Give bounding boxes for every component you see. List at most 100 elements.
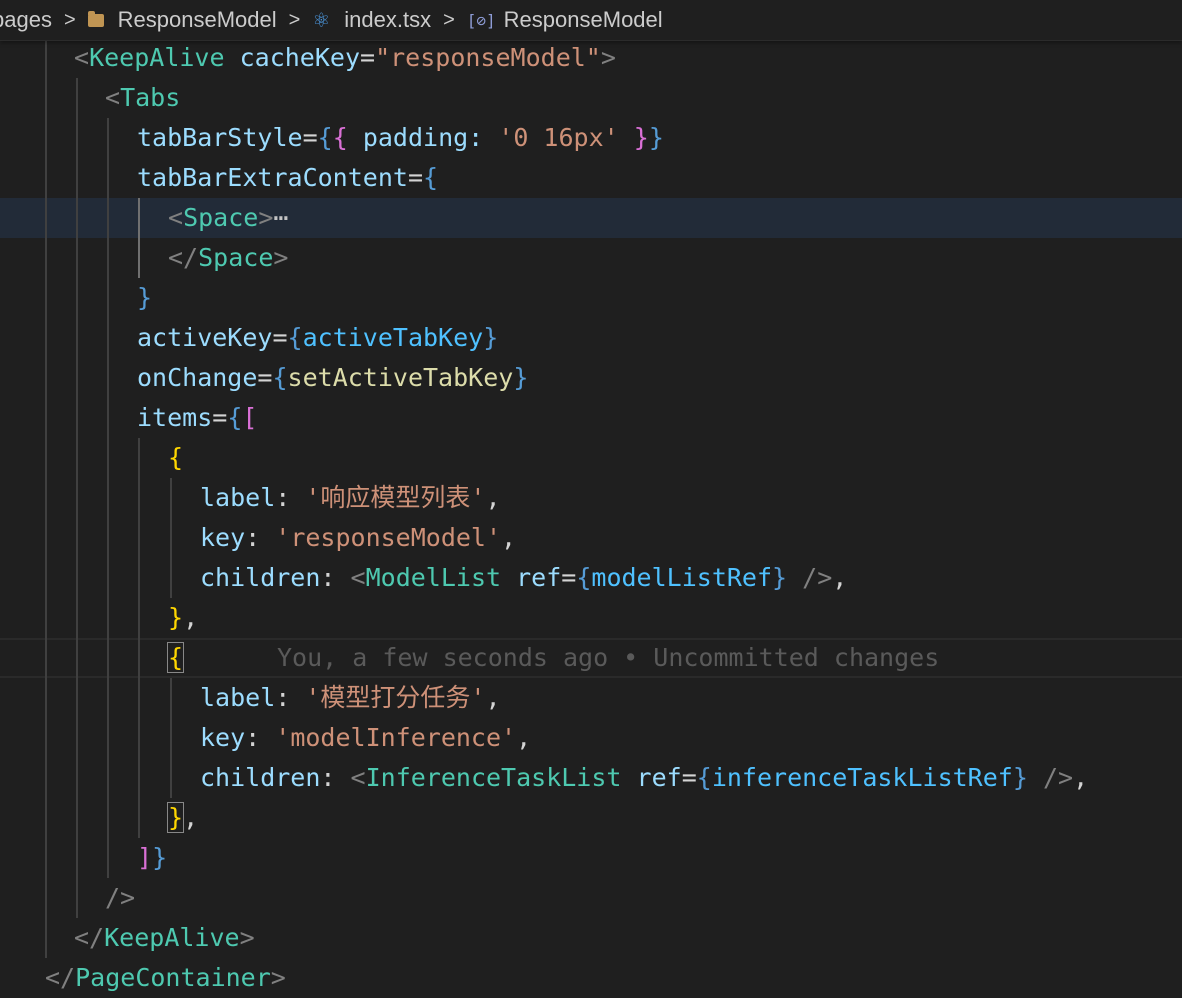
code-token: = [561, 563, 577, 592]
code-token: } [152, 843, 168, 872]
code-token: { [168, 443, 184, 472]
code-line[interactable]: }, [0, 598, 1182, 638]
code-token: < [350, 563, 366, 592]
code-token: Tabs [120, 83, 181, 112]
code-token: children [200, 763, 321, 792]
code-token: label [200, 483, 276, 512]
code-token: { [696, 763, 712, 792]
code-line[interactable]: tabBarStyle={{ padding: '0 16px' }} [0, 118, 1182, 158]
indent-guide [107, 118, 109, 878]
code-token: = [212, 403, 228, 432]
code-line[interactable]: { [0, 438, 1182, 478]
code-line[interactable]: ]} [0, 838, 1182, 878]
code-line[interactable]: label: '模型打分任务', [0, 678, 1182, 718]
code-token: = [257, 363, 273, 392]
breadcrumb-item-symbol[interactable]: [⊘] ResponseModel [467, 7, 663, 33]
code-line[interactable]: children: <ModelList ref={modelListRef} … [0, 558, 1182, 598]
git-blame-annotation: You, a few seconds ago • Uncommitted cha… [277, 643, 940, 672]
code-line[interactable]: tabBarExtraContent={ [0, 158, 1182, 198]
code-token: } [772, 563, 788, 592]
code-line[interactable]: items={[ [0, 398, 1182, 438]
code-token: '模型打分任务' [305, 683, 486, 712]
code-token: onChange [137, 363, 258, 392]
code-token: > [258, 203, 274, 232]
code-token: = [302, 123, 318, 152]
code-token: = [681, 763, 697, 792]
code-token: } [166, 802, 185, 833]
indent-guide [170, 678, 172, 798]
fold-ellipsis-icon[interactable]: ⋯ [273, 203, 288, 232]
code-token: , [183, 603, 199, 632]
folder-icon [87, 10, 104, 27]
code-line[interactable]: </KeepAlive> [0, 918, 1182, 958]
code-token: , [485, 683, 501, 712]
code-token: { [332, 123, 348, 152]
code-line[interactable]: <Tabs [0, 78, 1182, 118]
breadcrumb-separator: > [443, 8, 455, 31]
code-token: < [74, 43, 90, 72]
code-token: label [200, 683, 276, 712]
code-editor[interactable]: <KeepAlive cacheKey="responseModel"> <Tab… [0, 38, 1182, 992]
code-line[interactable]: </PageContainer> [0, 958, 1182, 998]
indent-guide [45, 38, 47, 958]
code-token: , [1073, 763, 1089, 792]
code-line[interactable]: onChange={setActiveTabKey} [0, 358, 1182, 398]
breadcrumb-item-pages[interactable]: pages [0, 7, 52, 33]
indent-guide [138, 198, 140, 278]
code-token: { [317, 123, 333, 152]
breadcrumb-separator: > [288, 8, 301, 31]
code-token: { [227, 403, 243, 432]
code-token: } [633, 123, 649, 152]
code-line[interactable]: </Space> [0, 238, 1182, 278]
breadcrumb-item-folder[interactable]: ResponseModel [87, 7, 277, 33]
code-token: = [272, 323, 288, 352]
code-token: > [270, 963, 286, 992]
react-icon: ⚛ [312, 9, 331, 32]
code-line[interactable]: label: '响应模型列表', [0, 478, 1182, 518]
code-token: "responseModel" [375, 43, 601, 72]
code-line[interactable]: /> [0, 878, 1182, 918]
code-token: , [832, 563, 848, 592]
code-token: cacheKey [239, 43, 361, 72]
symbol-icon: [⊘] [466, 10, 496, 30]
code-token: : [275, 483, 306, 512]
code-token: '0 16px' [498, 123, 619, 152]
code-token: 'modelInference' [275, 723, 517, 752]
code-line[interactable]: {You, a few seconds ago • Uncommitted ch… [0, 638, 1182, 678]
code-token: } [168, 603, 184, 632]
code-line[interactable]: activeKey={activeTabKey} [0, 318, 1182, 358]
code-token: } [137, 283, 153, 312]
code-line[interactable]: children: <InferenceTaskList ref={infere… [0, 758, 1182, 798]
code-token: { [287, 323, 303, 352]
code-token: PageContainer [75, 963, 271, 992]
code-token: > [600, 43, 616, 72]
code-token: activeTabKey [302, 323, 484, 352]
code-line[interactable]: }, [0, 798, 1182, 838]
indent-guide [170, 478, 172, 598]
code-token: , [501, 523, 517, 552]
code-token: key [200, 523, 246, 552]
code-line[interactable]: } [0, 278, 1182, 318]
code-token: setActiveTabKey [287, 363, 514, 392]
code-token: KeepAlive [104, 923, 240, 952]
code-token: = [407, 163, 423, 192]
code-token: ref [636, 763, 682, 792]
code-line[interactable]: key: 'responseModel', [0, 518, 1182, 558]
code-line[interactable]: <Space>⋯ [0, 198, 1182, 238]
code-token: > [239, 923, 255, 952]
code-token: = [360, 43, 376, 72]
code-token: inferenceTaskListRef [711, 763, 1013, 792]
code-token: </ [45, 963, 76, 992]
code-token: } [513, 363, 529, 392]
code-line[interactable]: <KeepAlive cacheKey="responseModel"> [0, 38, 1182, 78]
code-token: { [576, 563, 592, 592]
code-token: ref [516, 563, 562, 592]
code-token: } [648, 123, 664, 152]
code-line[interactable]: key: 'modelInference', [0, 718, 1182, 758]
code-token: padding: [347, 123, 499, 152]
code-token: ] [137, 843, 153, 872]
code-token: /> [1027, 763, 1074, 792]
breadcrumb-item-file[interactable]: ⚛ index.tsx [312, 7, 431, 33]
